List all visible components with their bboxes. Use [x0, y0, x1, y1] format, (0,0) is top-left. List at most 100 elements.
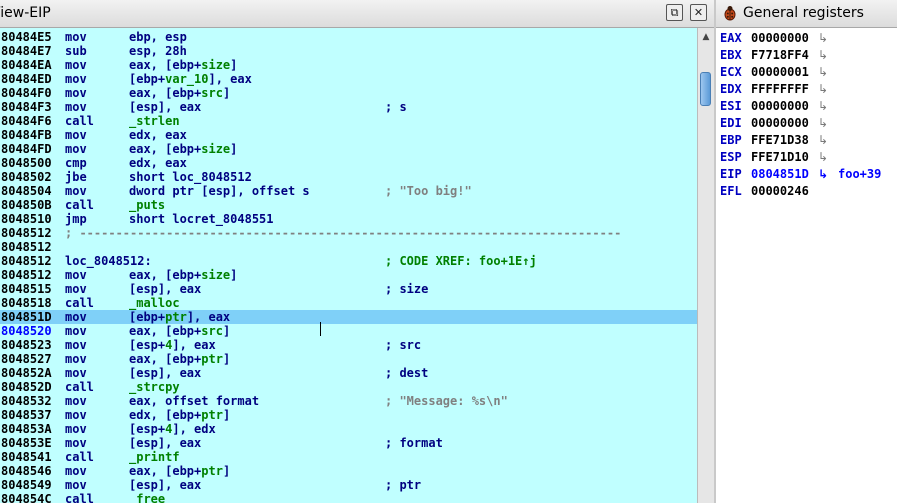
- listing-row[interactable]: 804851D mov [ebp+ptr], eax: [0, 310, 697, 324]
- listing-row[interactable]: 8048510 jmp short locret_8048551: [0, 212, 697, 226]
- row-operands: short loc_8048512: [129, 170, 252, 184]
- register-value[interactable]: 0804851D: [751, 166, 809, 183]
- listing-row[interactable]: 8048512 ; -------------------------------…: [0, 226, 697, 240]
- register-value[interactable]: 00000246: [751, 183, 809, 200]
- row-mnemonic: mov: [65, 338, 87, 352]
- listing-row[interactable]: 80484ED mov [ebp+var_10], eax: [0, 72, 697, 86]
- listing-scrollbar[interactable]: ▲: [697, 28, 714, 503]
- listing-row[interactable]: 8048532 mov eax, offset format ; "Message: …: [0, 394, 697, 408]
- listing-row[interactable]: 8048549 mov [esp], eax ; ptr: [0, 478, 697, 492]
- jump-arrow-icon[interactable]: ↳: [818, 98, 828, 115]
- row-address: 80484EA: [1, 58, 52, 72]
- operand-text: edx, [ebp+: [129, 408, 202, 422]
- operand-text: eax, [ebp+: [129, 268, 202, 282]
- jump-arrow-icon[interactable]: ↳: [818, 115, 828, 132]
- row-operands: eax, offset format: [129, 394, 259, 408]
- listing-row[interactable]: 8048541 call _printf: [0, 450, 697, 464]
- operand-name: _puts: [129, 198, 166, 212]
- listing-row[interactable]: 8048537 mov edx, [ebp+ptr]: [0, 408, 697, 422]
- row-operands: _strcpy: [129, 380, 180, 394]
- operand-text: [esp], eax: [129, 100, 202, 114]
- register-value[interactable]: F7718FF4: [751, 47, 809, 64]
- jump-arrow-icon[interactable]: ↳: [818, 166, 828, 183]
- listing-row[interactable]: 80484F6 call _strlen: [0, 114, 697, 128]
- row-operands: eax, [ebp+size]: [129, 268, 237, 282]
- operand-name: size: [201, 142, 231, 156]
- register-value[interactable]: 00000000: [751, 115, 809, 132]
- row-mnemonic: mov: [65, 408, 87, 422]
- listing-row[interactable]: 8048527 mov eax, [ebp+ptr]: [0, 352, 697, 366]
- listing-row[interactable]: 804850B call _puts: [0, 198, 697, 212]
- listing-row[interactable]: 804852D call _strcpy: [0, 380, 697, 394]
- listing-row[interactable]: 804854C call _free: [0, 492, 697, 503]
- row-comment: ; size: [385, 282, 429, 296]
- close-icon[interactable]: ✕: [690, 4, 707, 21]
- listing-row[interactable]: 80484FD mov eax, [ebp+size]: [0, 142, 697, 156]
- listing-row[interactable]: 804853E mov [esp], eax ; format: [0, 436, 697, 450]
- jump-arrow-icon[interactable]: ↳: [818, 64, 828, 81]
- listing-row[interactable]: 804852A mov [esp], eax ; dest: [0, 366, 697, 380]
- row-comment: ; dest: [385, 366, 429, 380]
- register-value[interactable]: 00000001: [751, 64, 809, 81]
- operand-name: var_10: [165, 72, 209, 86]
- jump-arrow-icon[interactable]: ↳: [818, 81, 828, 98]
- jump-arrow-icon[interactable]: ↳: [818, 47, 828, 64]
- listing-row[interactable]: 8048512: [0, 240, 697, 254]
- register-value[interactable]: FFE71D10: [751, 149, 809, 166]
- row-separator: ; --------------------------------------…: [65, 226, 622, 240]
- listing-row[interactable]: 8048512 loc_8048512: ; CODE XREF: foo+1E↑j: [0, 254, 697, 268]
- register-value[interactable]: FFE71D38: [751, 132, 809, 149]
- row-mnemonic: mov: [65, 422, 87, 436]
- registers-panel: EAX 00000000 ↳ EBX F7718FF4 ↳ ECX 00000001 ↳ EDX F…: [716, 28, 897, 503]
- listing-row[interactable]: 80484E5 mov ebp, esp: [0, 30, 697, 44]
- row-label: loc_8048512:: [65, 254, 152, 268]
- listing-row[interactable]: 8048504 mov dword ptr [esp], offset s ; "To…: [0, 184, 697, 198]
- row-operands: [esp], eax: [129, 436, 201, 450]
- listing-row[interactable]: 8048520 mov eax, [ebp+src]: [0, 324, 697, 338]
- float-window-icon[interactable]: ⧉: [666, 4, 683, 21]
- listing-row[interactable]: 80484EA mov eax, [ebp+size]: [0, 58, 697, 72]
- listing-row[interactable]: 80484E7 sub esp, 28h: [0, 44, 697, 58]
- row-mnemonic: mov: [65, 72, 87, 86]
- operand-text: ], eax: [186, 310, 231, 324]
- listing-row[interactable]: 8048518 call _malloc: [0, 296, 697, 310]
- register-name: ESI: [720, 99, 742, 113]
- listing-row[interactable]: 8048500 cmp edx, eax: [0, 156, 697, 170]
- operand-name: _strcpy: [129, 380, 180, 394]
- scroll-up-icon[interactable]: ▲: [699, 30, 713, 44]
- row-operands: _free: [129, 492, 165, 503]
- operand-name: _free: [129, 492, 166, 503]
- row-address: 8048512: [1, 226, 52, 240]
- operand-name: _printf: [129, 450, 180, 464]
- listing-row[interactable]: 80484FB mov edx, eax: [0, 128, 697, 142]
- listing-row[interactable]: 8048512 mov eax, [ebp+size]: [0, 268, 697, 282]
- operand-name: ptr: [201, 408, 223, 422]
- listing-row[interactable]: 804853A mov [esp+4], edx: [0, 422, 697, 436]
- row-address: 8048523: [1, 338, 52, 352]
- register-name: EIP: [720, 167, 742, 181]
- listing-row[interactable]: 80484F0 mov eax, [ebp+src]: [0, 86, 697, 100]
- row-mnemonic: mov: [65, 310, 87, 324]
- row-address: 80484E5: [1, 30, 52, 44]
- operand-text: [esp], eax: [129, 282, 202, 296]
- operand-text: ]: [222, 352, 231, 366]
- listing-row[interactable]: 80484F3 mov [esp], eax ; s: [0, 100, 697, 114]
- jump-arrow-icon[interactable]: ↳: [818, 132, 828, 149]
- register-value[interactable]: 00000000: [751, 98, 809, 115]
- operand-text: eax, [ebp+: [129, 352, 202, 366]
- scrollbar-thumb[interactable]: [700, 72, 711, 106]
- disassembly-title-bar: View-EIP ⧉ ✕: [0, 0, 714, 28]
- row-address: 8048541: [1, 450, 52, 464]
- row-operands: [esp], eax: [129, 282, 201, 296]
- register-value[interactable]: 00000000: [751, 30, 809, 47]
- row-address: 8048518: [1, 296, 52, 310]
- listing-row[interactable]: 8048515 mov [esp], eax ; size: [0, 282, 697, 296]
- jump-arrow-icon[interactable]: ↳: [818, 149, 828, 166]
- operand-name: src: [201, 324, 223, 338]
- register-value[interactable]: FFFFFFFF: [751, 81, 809, 98]
- disassembly-listing[interactable]: 80484E5 mov ebp, esp 80484E7 sub esp, 28h 8048…: [0, 28, 697, 503]
- listing-row[interactable]: 8048502 jbe short loc_8048512: [0, 170, 697, 184]
- listing-row[interactable]: 8048523 mov [esp+4], eax ; src: [0, 338, 697, 352]
- jump-arrow-icon[interactable]: ↳: [818, 30, 828, 47]
- listing-row[interactable]: 8048546 mov eax, [ebp+ptr]: [0, 464, 697, 478]
